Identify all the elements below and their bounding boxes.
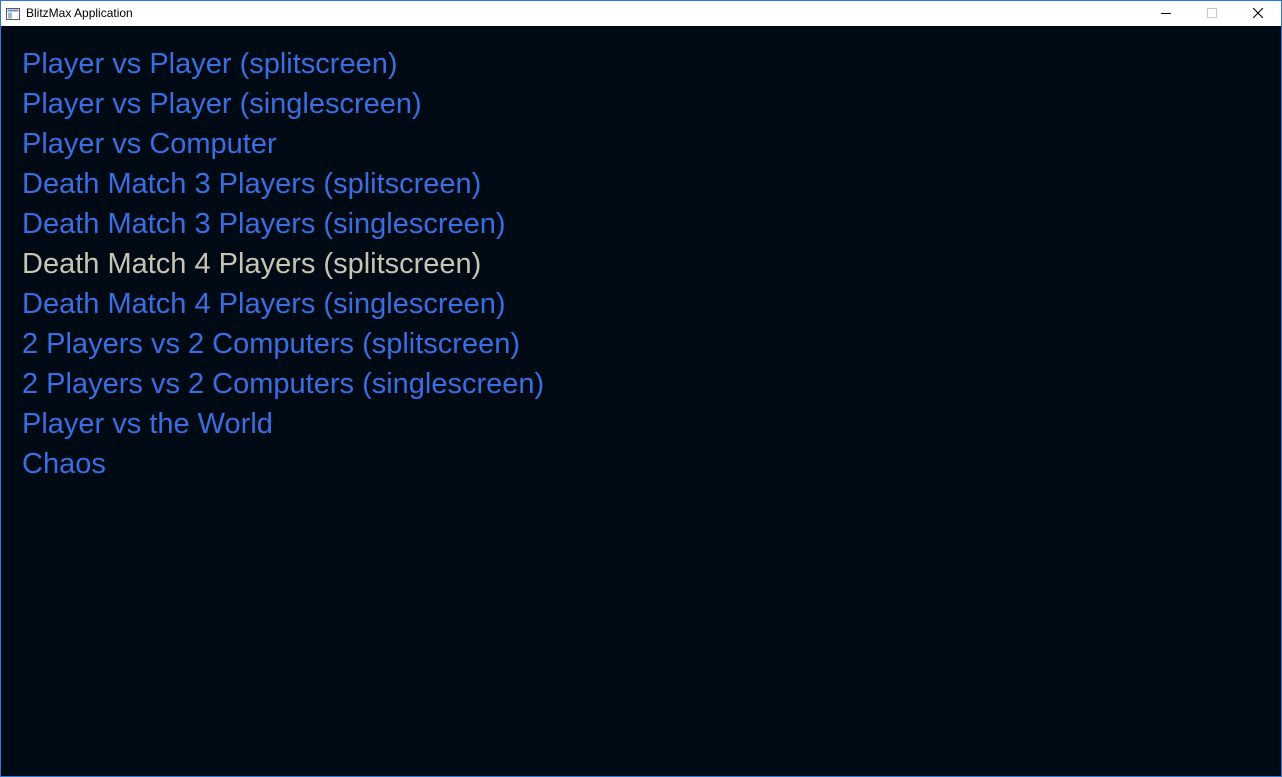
app-window-icon: [6, 7, 20, 20]
menu-item-deathmatch-3-singlescreen[interactable]: Death Match 3 Players (singlescreen): [22, 204, 544, 244]
menu-item-deathmatch-3-splitscreen[interactable]: Death Match 3 Players (splitscreen): [22, 164, 544, 204]
maximize-button[interactable]: [1189, 1, 1235, 26]
menu-item-2v2-computers-singlescreen[interactable]: 2 Players vs 2 Computers (singlescreen): [22, 364, 544, 404]
app-window: BlitzMax Application Player vs Player (s…: [0, 0, 1282, 777]
menu-item-pvp-singlescreen[interactable]: Player vs Player (singlescreen): [22, 84, 544, 124]
close-button[interactable]: [1235, 1, 1281, 26]
menu-item-2v2-computers-splitscreen[interactable]: 2 Players vs 2 Computers (splitscreen): [22, 324, 544, 364]
menu-item-player-vs-computer[interactable]: Player vs Computer: [22, 124, 544, 164]
game-canvas: Player vs Player (splitscreen) Player vs…: [1, 26, 1281, 776]
minimize-icon: [1161, 5, 1171, 23]
close-icon: [1252, 5, 1264, 23]
menu-item-deathmatch-4-splitscreen[interactable]: Death Match 4 Players (splitscreen): [22, 244, 544, 284]
game-mode-menu: Player vs Player (splitscreen) Player vs…: [22, 44, 544, 484]
menu-item-deathmatch-4-singlescreen[interactable]: Death Match 4 Players (singlescreen): [22, 284, 544, 324]
menu-item-player-vs-world[interactable]: Player vs the World: [22, 404, 544, 444]
menu-item-pvp-splitscreen[interactable]: Player vs Player (splitscreen): [22, 44, 544, 84]
window-title: BlitzMax Application: [26, 6, 133, 20]
menu-item-chaos[interactable]: Chaos: [22, 444, 544, 484]
maximize-icon: [1207, 5, 1217, 23]
title-bar[interactable]: BlitzMax Application: [1, 1, 1281, 26]
minimize-button[interactable]: [1143, 1, 1189, 26]
